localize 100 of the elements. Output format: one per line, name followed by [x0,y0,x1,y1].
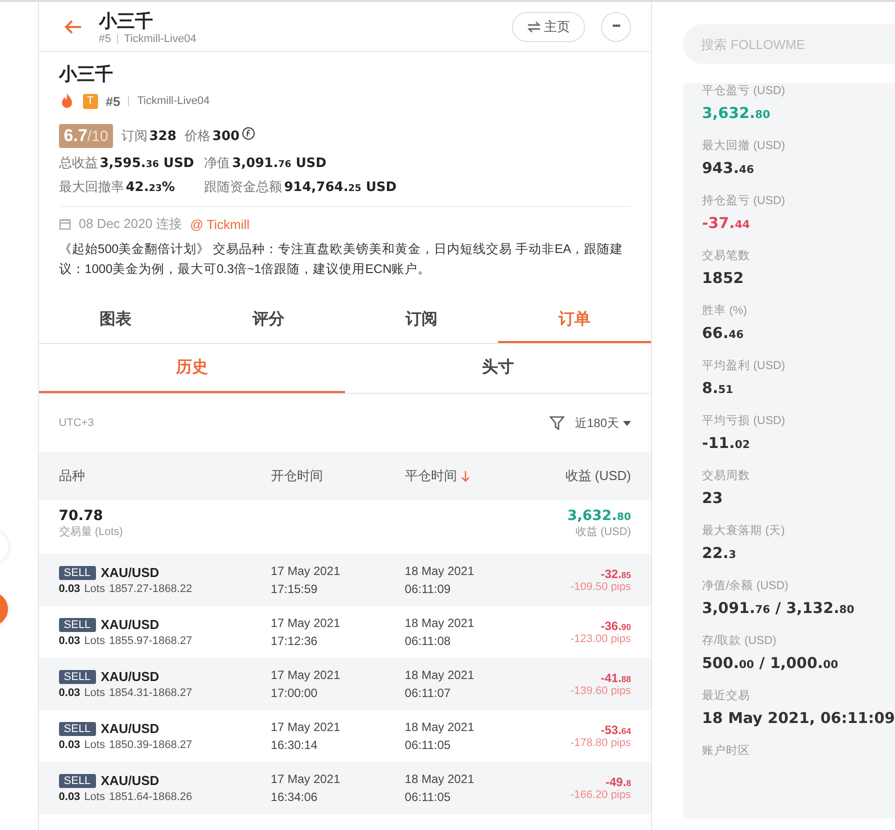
stat-value: 300 [212,129,240,144]
side-tag: SELL [58,670,96,684]
stat-label: 存/取款 (USD) [702,634,778,648]
lots-unit: Lots [84,583,105,595]
pips-value: -178.80 pips [570,737,631,749]
stat-value: 23 [702,489,724,507]
order-row[interactable]: SELL XAU/USD 0.03 Lots 1854.31-1868.27 17 May 2021 17:00:00 18 May 2021 06:11:07 -41.88 -139.60 pips [38,658,651,710]
server-text: Tickmill-Live04 [137,95,210,107]
column-header[interactable]: 开仓时间 [270,467,323,485]
trader-name: 小三千 [58,63,114,86]
stat-label: 交易笔数 [702,248,751,263]
rank-text: #5 [106,94,120,108]
open-time: 17:00:00 [270,685,318,702]
price-range: 1857.27-1868.22 [108,583,192,595]
column-header[interactable]: 品种 [58,467,85,485]
back-arrow-icon[interactable] [62,18,83,34]
pips-value: -123.00 pips [570,633,631,645]
lots-unit: Lots [84,791,105,803]
home-button[interactable]: 主页 [512,12,585,42]
pips-value: -139.60 pips [570,685,631,697]
profit-value: -32.85 [600,567,631,581]
timezone-text: UTC+3 [58,417,95,429]
stat-value: 8.51 [702,379,734,397]
stat-label: 价格 [184,127,210,145]
profit-value: -36.90 [600,619,631,633]
profit-label: 收益 (USD) [575,525,631,539]
search-field[interactable]: 搜索 FOLLOWME [683,24,895,64]
price-range: 1850.39-1868.27 [108,739,192,751]
column-header[interactable]: 收益 (USD) [565,467,631,485]
rank-text: #5 [98,32,112,44]
connected-date: 08 Dec 2020 连接 [78,215,182,233]
lots-unit: Lots [84,739,105,751]
volume-value: 70.78 [58,508,104,524]
close-date: 18 May 2021 [404,667,474,684]
tier-badge: T [82,94,98,108]
score-badge: 6.7/10 [58,124,114,148]
profit-value: -41.88 [600,671,631,685]
price-range: 1854.31-1868.27 [108,687,192,699]
calendar-icon [58,218,71,230]
lots-unit: Lots [84,635,105,647]
open-date: 17 May 2021 [270,719,340,736]
side-tag: SELL [58,618,96,632]
stat-label: 平均亏损 (USD) [702,414,786,428]
close-time: 06:11:08 [404,633,451,650]
close-time: 06:11:09 [404,581,451,598]
swap-icon [527,20,541,32]
stat-value: -11.02 [702,434,751,452]
close-date: 18 May 2021 [404,719,474,736]
stat-label: 交易周数 [702,468,751,483]
filter-icon[interactable] [548,415,565,431]
side-tag: SELL [58,722,96,736]
order-row[interactable]: SELL XAU/USD 0.03 Lots 1851.64-1868.26 17 May 2021 16:34:06 18 May 2021 06:11:05 -49.8 -166.20 pips [38,762,651,814]
stat-label: 最大回撤率 [58,178,124,196]
close-date: 18 May 2021 [404,563,474,580]
column-header[interactable]: 平仓时间 [404,467,470,485]
stat-label: 最大回撤 (USD) [702,138,786,153]
stat-label: 最近交易 [702,688,751,703]
lots-value: 0.03 [58,739,80,751]
stat-label: 平均盈利 (USD) [702,358,786,373]
stat-value: -37.44 [702,214,751,232]
pips-value: -166.20 pips [570,789,631,801]
lots-value: 0.03 [58,687,80,699]
lots-value: 0.03 [58,583,80,595]
lots-unit: Lots [84,687,105,699]
stat-value: 22.3 [702,544,738,562]
range-dropdown[interactable]: 近180天 [574,414,631,432]
symbol-text: XAU/USD [100,617,160,632]
price-range: 1851.64-1868.26 [108,791,192,803]
stat-value: 3,091.76 USD [232,156,326,171]
open-time: 17:12:36 [270,633,318,650]
lots-value: 0.03 [58,635,80,647]
stat-label: 净值 [204,154,230,172]
close-time: 06:11:05 [404,789,451,806]
stat-value: 3,632.80 [702,104,772,122]
lots-value: 0.03 [58,791,80,803]
profit-value: 3,632.80 [567,508,631,524]
stat-label: 净值/余额 (USD) [702,578,790,593]
stat-value: 3,595.36 USD [100,156,194,171]
stat-value: 500.00 / 1,000.00 [702,654,840,672]
open-date: 17 May 2021 [270,771,340,788]
stat-label: 胜率 (%) [702,304,748,318]
more-button[interactable]: ••• [601,12,631,42]
order-row[interactable]: SELL XAU/USD 0.03 Lots 1857.27-1868.22 17 May 2021 17:15:59 18 May 2021 06:11:09 -32.85 -109.50 pips [38,554,651,606]
stat-value: 3,091.76 / 3,132.80 [702,599,856,617]
stat-value: 1852 [702,269,745,287]
close-time: 06:11:05 [404,737,451,754]
stat-label: 平仓盈亏 (USD) [702,84,786,98]
stat-value: 943.46 [702,159,756,177]
volume-label: 交易量 (Lots) [58,524,123,539]
coin-icon [242,127,255,140]
stat-label: 订阅 [121,127,148,145]
stat-label: 最大衰落期 (天) [702,523,786,538]
open-date: 17 May 2021 [270,563,340,580]
stat-label: 跟随资金总额 [204,178,282,196]
profit-value: -49.8 [606,775,631,789]
close-date: 18 May 2021 [404,615,474,632]
strategy-description: 《起始500美金翻倍计划》 交易品种：专注直盘欧美镑美和黄金，日内短线交易 手动非EA，跟随建议：1000美金为例，最大可0.3倍~1倍跟随，建议使用ECN账户。 [58,241,624,278]
open-time: 17:15:59 [270,581,318,598]
stat-value: 42.23% [126,180,175,195]
stat-value: 66.46 [702,324,745,342]
